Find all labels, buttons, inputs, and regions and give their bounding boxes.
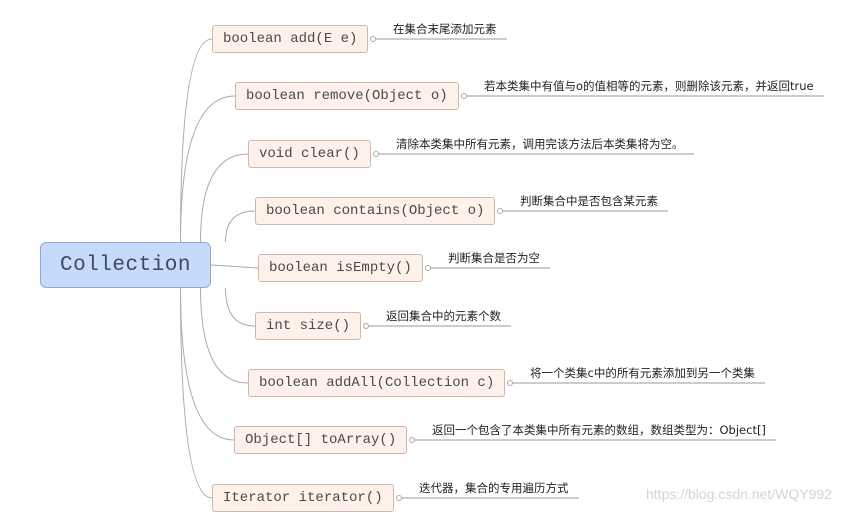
connector-line bbox=[180, 287, 213, 499]
method-node-iterator[interactable]: Iterator iterator() bbox=[212, 484, 394, 512]
root-node-label: Collection bbox=[59, 253, 192, 277]
collapse-toggle-icon[interactable] bbox=[507, 380, 513, 386]
method-description: 返回一个包含了本类集中所有元素的数组，数组类型为：Object[] bbox=[432, 423, 766, 437]
method-description: 清除本类集中所有元素，调用完该方法后本类集将为空。 bbox=[396, 137, 684, 151]
connector-line bbox=[200, 153, 249, 243]
connector-line bbox=[200, 287, 249, 384]
method-node-clear[interactable]: void clear() bbox=[248, 140, 371, 168]
method-node-add[interactable]: boolean add(E e) bbox=[212, 25, 369, 53]
method-signature: boolean isEmpty() bbox=[269, 260, 412, 276]
method-description: 若本类集中有值与o的值相等的元素，则删除该元素，并返回true bbox=[484, 79, 814, 93]
method-signature: void clear() bbox=[259, 146, 360, 162]
method-description: 返回集合中的元素个数 bbox=[386, 309, 501, 323]
method-node-size[interactable]: int size() bbox=[255, 312, 362, 340]
root-node-collection[interactable]: Collection bbox=[40, 242, 211, 288]
method-signature: Iterator iterator() bbox=[223, 490, 383, 506]
collapse-toggle-icon[interactable] bbox=[373, 151, 379, 157]
method-signature: boolean add(E e) bbox=[223, 31, 358, 47]
method-description: 将一个类集c中的所有元素添加到另一个类集 bbox=[530, 366, 755, 380]
method-description: 在集合末尾添加元素 bbox=[393, 22, 497, 36]
method-node-isempty[interactable]: boolean isEmpty() bbox=[258, 254, 423, 282]
connector-line bbox=[225, 287, 256, 327]
collapse-toggle-icon[interactable] bbox=[409, 437, 415, 443]
method-node-toarray[interactable]: Object[] toArray() bbox=[234, 426, 408, 454]
method-signature: int size() bbox=[266, 318, 351, 334]
collapse-toggle-icon[interactable] bbox=[370, 36, 376, 42]
connector-line bbox=[225, 210, 256, 243]
method-signature: boolean contains(Object o) bbox=[266, 203, 485, 219]
method-node-addall[interactable]: boolean addAll(Collection c) bbox=[248, 369, 506, 397]
method-node-contains[interactable]: boolean contains(Object o) bbox=[255, 197, 496, 225]
method-description: 判断集合中是否包含某元素 bbox=[520, 194, 658, 208]
method-description: 迭代器，集合的专用遍历方式 bbox=[419, 481, 569, 495]
collapse-toggle-icon[interactable] bbox=[461, 93, 467, 99]
collapse-toggle-icon[interactable] bbox=[396, 495, 402, 501]
collapse-toggle-icon[interactable] bbox=[363, 323, 369, 329]
method-signature: boolean addAll(Collection c) bbox=[259, 375, 495, 391]
connector-line bbox=[180, 38, 213, 243]
method-node-remove[interactable]: boolean remove(Object o) bbox=[235, 82, 459, 110]
connector-line bbox=[180, 287, 235, 441]
method-description: 判断集合是否为空 bbox=[448, 251, 540, 265]
method-signature: Object[] toArray() bbox=[245, 432, 397, 448]
collapse-toggle-icon[interactable] bbox=[497, 208, 503, 214]
connector-line bbox=[210, 264, 259, 269]
connector-line bbox=[180, 95, 236, 243]
watermark: https://blog.csdn.net/WQY992 bbox=[646, 486, 832, 502]
method-signature: boolean remove(Object o) bbox=[246, 88, 448, 104]
collapse-toggle-icon[interactable] bbox=[425, 265, 431, 271]
